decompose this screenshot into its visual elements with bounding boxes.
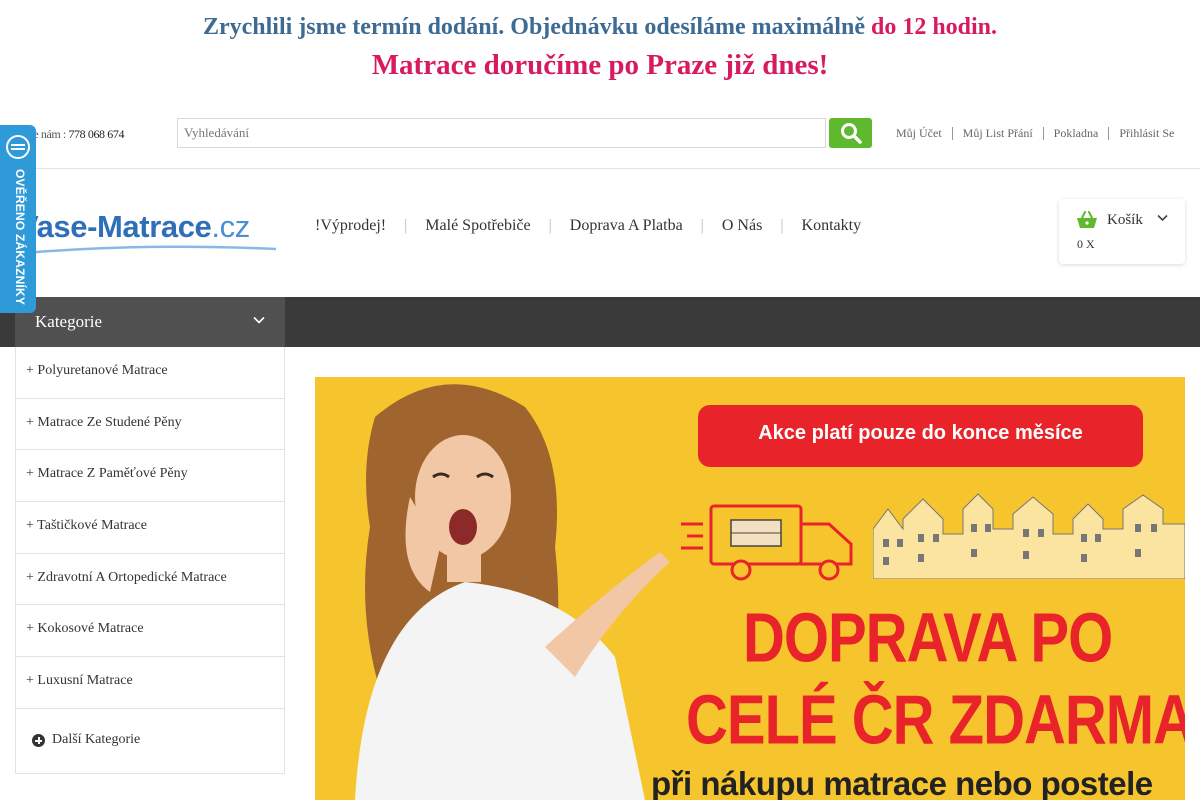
categories-title: Kategorie [35,312,103,331]
site-header: Vase-Matrace.cz !Výprodej! | Malé Spotřebi… [0,169,1200,297]
city-skyline-illustration [873,493,1185,579]
nav-separator: | [700,217,704,234]
cart-label: Košík [1107,212,1143,228]
promo-headline-1: DOPRAVA PO [743,599,1113,678]
delivery-notice-main: Zrychlili jsme termín dodání. Objednávku… [202,14,871,40]
checkout-link[interactable]: Pokladna [1042,127,1109,140]
nav-separator: | [548,217,552,234]
category-bar: Kategorie [0,297,1200,347]
expand-plus[interactable]: + [26,673,34,688]
top-utility-bar: olejte nám : 778 068 674 Můj ÚčetMůj Lis… [0,105,1200,169]
category-label: Matrace Z Paměťové Pěny [37,466,188,482]
category-label: Matrace Ze Studené Pěny [37,414,182,430]
promo-subline: při nákupu matrace nebo postele [651,765,1153,800]
plus-circle-icon [32,734,45,747]
categories-toggle[interactable]: Kategorie [15,297,285,347]
category-sidebar: + Polyuretanové Matrace + Matrace Ze Stu… [15,347,285,774]
category-item[interactable]: + Taštičkové Matrace [16,502,284,554]
more-categories-label: Další Kategorie [52,732,141,747]
expand-plus[interactable]: + [26,518,34,533]
logo-text: Vase-Matrace.cz [18,209,250,245]
category-item[interactable]: + Matrace Z Paměťové Pěny [16,450,284,503]
category-label: Kokosové Matrace [37,621,144,637]
category-label: Taštičkové Matrace [37,518,147,534]
delivery-notice: Zrychlili jsme termín dodání. Objednávku… [0,14,1200,41]
expand-plus[interactable]: + [26,415,34,430]
search-input[interactable] [177,118,826,148]
nav-separator: | [780,217,784,234]
phone-number[interactable]: 778 068 674 [68,127,124,141]
verified-customers-badge[interactable]: OVĚŘENO ZÁKAZNÍKY [0,125,36,313]
chevron-down-icon [253,316,265,324]
category-item[interactable]: + Zdravotní A Ortopedické Matrace [16,554,284,606]
nav-item-small-appliances[interactable]: Malé Spotřebiče [425,217,530,235]
category-item[interactable]: + Polyuretanové Matrace [16,347,284,399]
logo-tld: .cz [211,209,250,244]
more-categories-button[interactable]: Další Kategorie [16,708,284,773]
verified-seal-icon [6,135,30,159]
nav-item-shipping-payment[interactable]: Doprava A Platba [570,217,683,235]
nav-item-about[interactable]: O Nás [722,217,762,235]
expand-plus[interactable]: + [26,570,34,585]
promo-pill-text: Akce platí pouze do konce měsíce [758,422,1083,444]
verified-badge-text: OVĚŘENO ZÁKAZNÍKY [13,169,27,306]
category-label: Zdravotní A Ortopedické Matrace [37,569,227,585]
category-label: Luxusní Matrace [37,673,133,689]
basket-icon [1077,211,1097,228]
expand-plus[interactable]: + [26,621,34,636]
chevron-down-icon [1157,214,1168,222]
expand-plus[interactable]: + [26,466,34,481]
cart-count: 0 X [1077,237,1095,251]
logo-swoosh [23,245,277,255]
site-logo[interactable]: Vase-Matrace.cz [18,207,278,259]
category-item[interactable]: + Kokosové Matrace [16,605,284,658]
main-nav: !Výprodej! | Malé Spotřebiče | Doprava A Pla… [315,217,861,235]
nav-item-sale[interactable]: !Výprodej! [315,217,386,235]
promo-pill: Akce platí pouze do konce měsíce [698,405,1143,467]
promo-headline-2: CELÉ ČR ZDARMA [686,681,1185,760]
nav-item-contacts[interactable]: Kontakty [802,217,862,235]
login-link[interactable]: Přihlásit Se [1108,127,1184,140]
category-item[interactable]: + Luxusní Matrace [16,657,284,709]
search-icon [841,123,862,144]
user-links: Můj Účet Můj List Přání Pokladna Přihlásit … [886,126,1184,141]
delivery-notice-highlight: do 12 hodin. [870,14,998,40]
promo-banner[interactable]: Akce platí pouze do konce měsíce DOPRAVA… [315,377,1185,800]
prague-delivery-notice: Matrace doručíme po Praze již dnes! [371,49,829,81]
cart-widget[interactable]: Košík 0 X [1059,199,1185,264]
announcement-banner: Zrychlili jsme termín dodání. Objednávku… [0,0,1200,105]
search-button[interactable] [829,118,872,148]
nav-separator: | [404,217,408,234]
my-account-link[interactable]: Můj Účet [886,127,952,140]
logo-name: Vase-Matrace [18,209,212,244]
category-item[interactable]: + Matrace Ze Studené Pěny [16,399,284,451]
category-label: Polyuretanové Matrace [37,363,168,378]
wishlist-link[interactable]: Můj List Přání [951,127,1043,140]
delivery-truck-icon [681,504,853,581]
expand-plus[interactable]: + [26,363,34,378]
woman-pointing-illustration [355,384,670,800]
